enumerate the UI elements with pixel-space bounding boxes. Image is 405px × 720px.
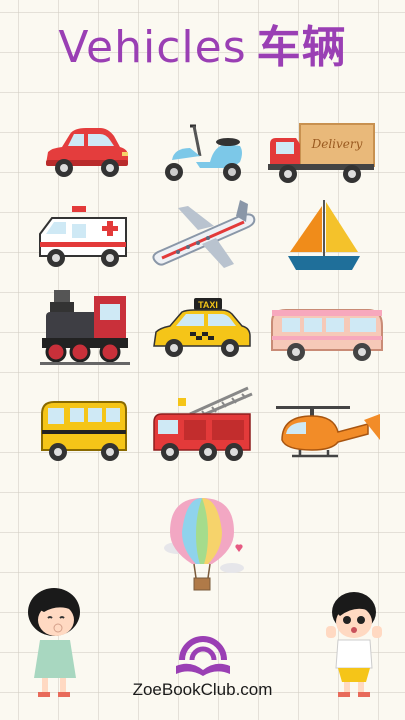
airplane-illustration xyxy=(148,198,260,274)
sailboat-illustration xyxy=(284,196,364,276)
taxi-sign: TAXI xyxy=(198,300,218,310)
truck-illustration: Delivery xyxy=(266,120,376,186)
book-club-logo-icon xyxy=(172,636,234,678)
hot-air-balloon-illustration xyxy=(156,494,248,596)
camper-van-illustration xyxy=(268,304,386,366)
page-title: Vehicles 车辆 xyxy=(0,18,405,78)
truck-side-text: Delivery xyxy=(311,137,363,151)
helicopter-illustration xyxy=(272,400,384,464)
train-illustration xyxy=(40,288,130,368)
taxi-illustration: TAXI xyxy=(150,296,254,362)
scooter-illustration xyxy=(160,122,246,186)
fire-truck-illustration xyxy=(150,384,254,466)
car-illustration xyxy=(38,122,134,184)
title-main: Vehicles xyxy=(58,22,247,73)
website-label: ZoeBookClub.com xyxy=(132,680,273,699)
ambulance-illustration xyxy=(36,204,132,270)
title-chinese: 车辆 xyxy=(256,22,347,73)
school-bus-illustration xyxy=(38,396,128,466)
